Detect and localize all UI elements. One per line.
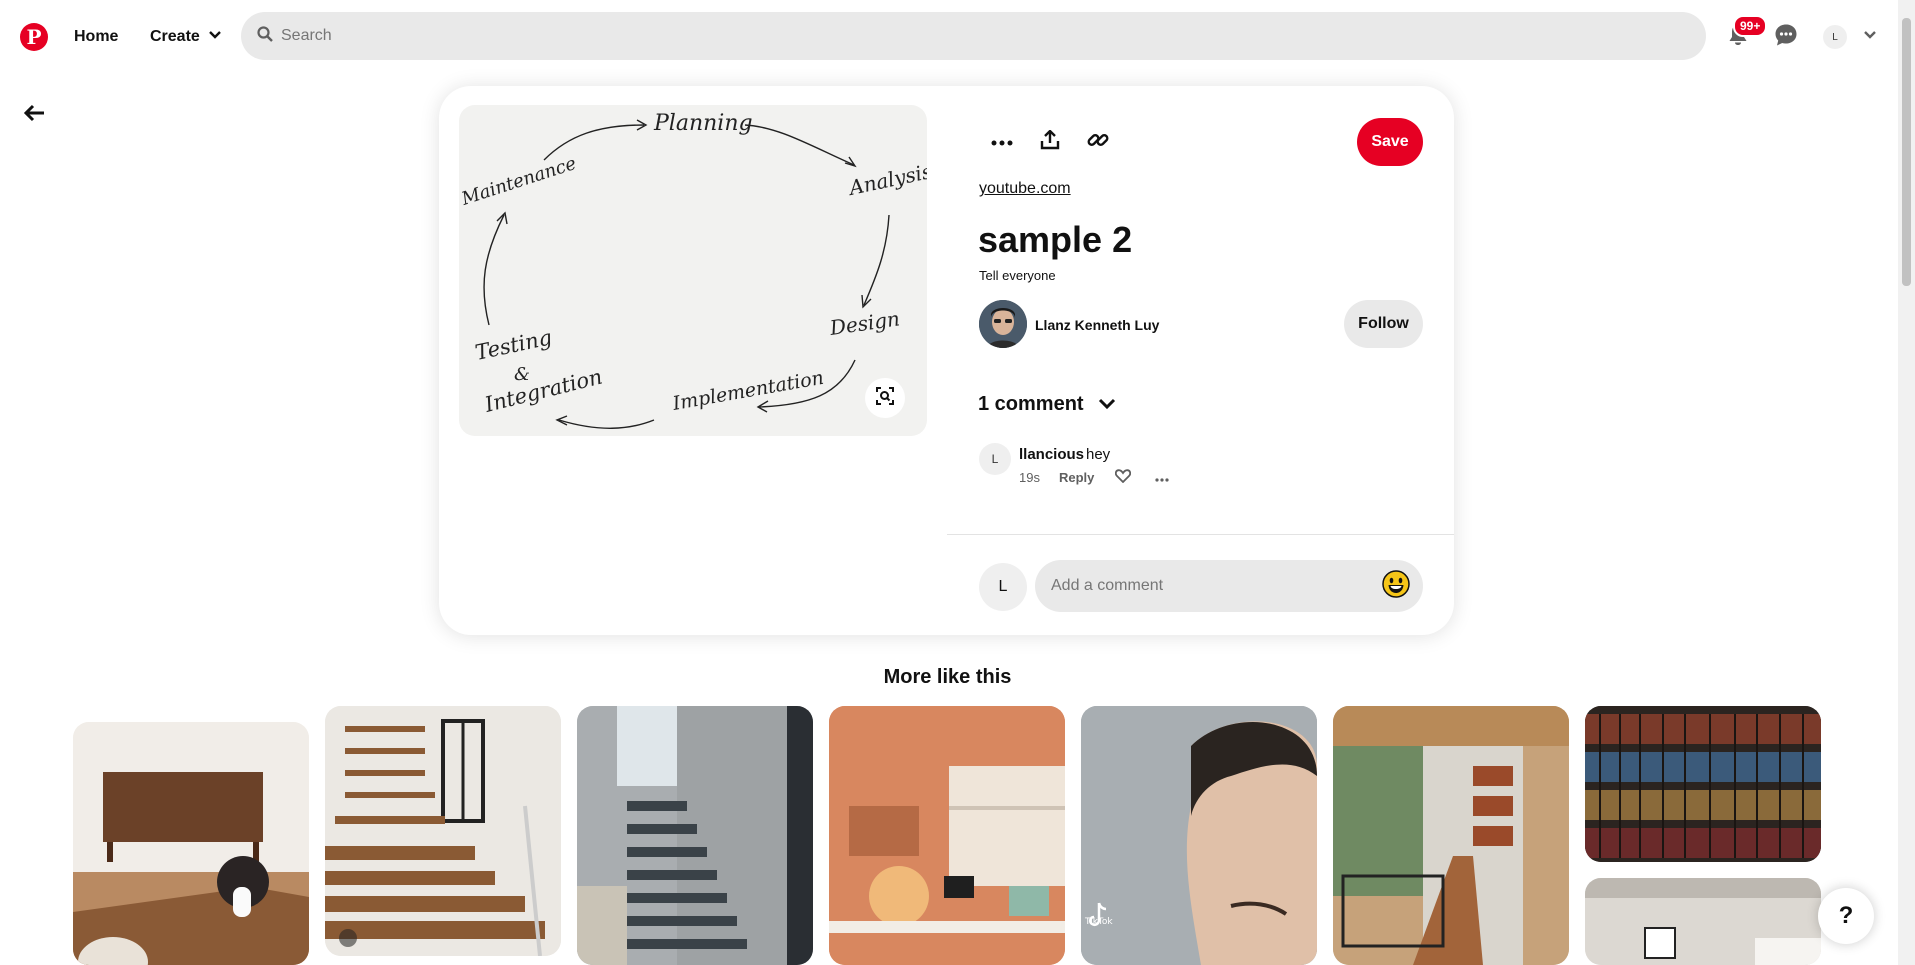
top-nav-bar: P Home Create 99+ L: [0, 0, 1915, 74]
pin-image[interactable]: Planning Analysis Design Implementation …: [459, 105, 927, 436]
messages-button[interactable]: [1768, 19, 1804, 55]
comment-author[interactable]: llancious: [1019, 446, 1084, 463]
related-pin-bookshelf[interactable]: [1585, 706, 1821, 862]
search-bar[interactable]: [241, 12, 1706, 60]
sideboard-photo: [73, 722, 309, 965]
related-pin-room[interactable]: [1585, 878, 1821, 965]
comment-more-button[interactable]: [1151, 468, 1173, 488]
chevron-down-icon: [1863, 28, 1877, 47]
library-hallway-photo: [1333, 706, 1569, 965]
more-like-this-heading: More like this: [883, 666, 1012, 688]
chevron-down-icon: [208, 28, 222, 47]
notification-count-badge: 99+: [1733, 15, 1768, 37]
search-icon: [257, 25, 273, 47]
comment-avatar[interactable]: L: [979, 443, 1011, 475]
pin-title: sample 2: [978, 219, 1133, 260]
comment-reply-button[interactable]: Reply: [1059, 470, 1094, 485]
creator-avatar[interactable]: [979, 300, 1027, 348]
chat-bubble-icon: [1774, 23, 1798, 52]
pin-description: Tell everyone: [979, 268, 1056, 283]
link-icon: [1087, 129, 1109, 156]
create-label: Create: [150, 28, 200, 45]
create-menu-button[interactable]: Create: [140, 12, 232, 62]
maintenance-word: Maintenance: [459, 153, 579, 210]
copy-link-button[interactable]: [1078, 122, 1118, 162]
comment-composer[interactable]: [1035, 560, 1423, 612]
share-button[interactable]: [1030, 122, 1070, 162]
comment-text: hey: [1086, 446, 1111, 463]
stone-stairs-photo: [577, 706, 813, 965]
back-button[interactable]: [16, 96, 54, 134]
comment-timestamp: 19s: [1019, 470, 1040, 485]
heart-icon: [1114, 468, 1132, 488]
emoji-picker-button[interactable]: [1381, 569, 1411, 603]
arrow-left-icon: [23, 104, 46, 127]
search-input[interactable]: [281, 27, 1661, 45]
bookshelf-photo: [1585, 706, 1821, 862]
add-comment-input[interactable]: [1051, 577, 1371, 595]
home-office-photo: [829, 706, 1065, 965]
composer-avatar: L: [979, 563, 1027, 611]
comments-count: 1 comment: [978, 393, 1084, 415]
implementation-word: Implementation: [670, 367, 825, 415]
pinterest-logo[interactable]: P: [20, 23, 48, 51]
comment-divider: [947, 534, 1454, 535]
account-avatar[interactable]: L: [1823, 25, 1847, 49]
tiktok-label: TikTok: [1084, 917, 1113, 927]
lens-icon: [875, 386, 895, 411]
smiley-icon: [1382, 569, 1410, 603]
integration-word: Integration: [481, 365, 604, 418]
comment-like-button[interactable]: [1112, 468, 1134, 488]
related-pin-stairs-wood[interactable]: [325, 706, 561, 956]
home-nav-link[interactable]: Home: [60, 12, 132, 62]
portrait-photo: TikTok: [1081, 706, 1317, 965]
chevron-down-icon: [1098, 393, 1116, 416]
related-pin-sideboard[interactable]: [73, 722, 309, 965]
related-pin-tiktok[interactable]: TikTok: [1081, 706, 1317, 965]
help-button[interactable]: ?: [1818, 888, 1874, 944]
ellipsis-icon: [991, 133, 1013, 151]
related-pin-stairs-stone[interactable]: [577, 706, 813, 965]
related-pin-library-hall[interactable]: [1333, 706, 1569, 965]
comments-toggle[interactable]: 1 comment: [978, 393, 1116, 416]
room-photo: [1585, 878, 1821, 965]
sdlc-cycle-sketch: Planning Analysis Design Implementation …: [459, 111, 927, 429]
more-options-button[interactable]: [982, 122, 1022, 162]
visual-search-button[interactable]: [865, 378, 905, 418]
source-link[interactable]: youtube.com: [979, 180, 1071, 198]
account-options-button[interactable]: [1858, 25, 1882, 49]
share-icon: [1040, 128, 1060, 155]
creator-name[interactable]: Llanz Kenneth Luy: [1035, 317, 1159, 333]
ellipsis-icon: [1155, 469, 1169, 487]
follow-button[interactable]: Follow: [1344, 300, 1423, 348]
analysis-word: Analysis: [845, 159, 927, 200]
save-button[interactable]: Save: [1357, 118, 1423, 166]
testing-word: Testing: [473, 325, 554, 365]
planning-word: Planning: [653, 111, 753, 136]
wooden-stairs-photo: [325, 706, 561, 956]
related-pin-office[interactable]: [829, 706, 1065, 965]
scrollbar-thumb[interactable]: [1902, 18, 1911, 286]
design-word: Design: [827, 306, 901, 340]
